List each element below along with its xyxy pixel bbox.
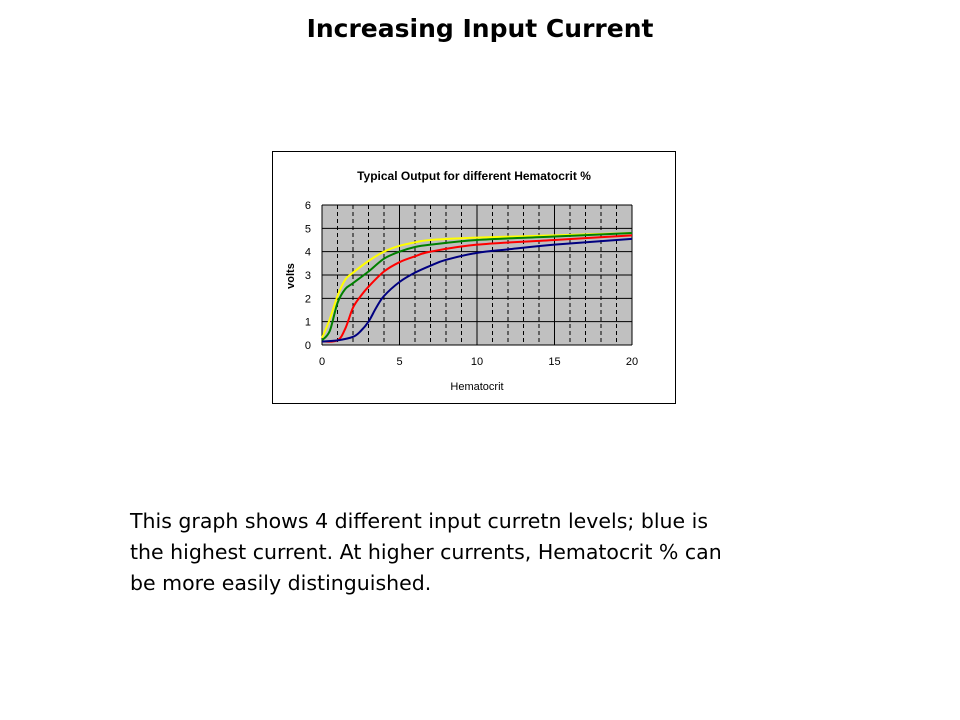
chart-svg: Typical Output for different Hematocrit … <box>285 169 638 393</box>
caption-line: be more easily distinguished. <box>130 571 432 595</box>
y-tick-label: 5 <box>305 223 311 235</box>
x-tick-label: 15 <box>548 356 560 368</box>
x-tick-label: 0 <box>319 356 325 368</box>
grid-layer <box>321 204 633 346</box>
x-tick-label: 20 <box>626 356 638 368</box>
y-tick-label: 1 <box>305 317 311 329</box>
y-axis-label: volts <box>285 263 297 289</box>
y-tick-label: 0 <box>305 340 311 352</box>
chart-title: Typical Output for different Hematocrit … <box>357 169 591 183</box>
caption: This graph shows 4 different input curre… <box>130 506 850 599</box>
x-tick-label: 5 <box>396 356 402 368</box>
x-tick-label: 10 <box>471 356 483 368</box>
y-tick-label: 3 <box>305 270 311 282</box>
caption-line: the highest current. At higher currents,… <box>130 540 722 564</box>
y-tick-label: 4 <box>305 247 311 259</box>
y-tick-label: 6 <box>305 200 311 212</box>
slide-title: Increasing Input Current <box>306 14 654 43</box>
caption-line: This graph shows 4 different input curre… <box>130 509 709 533</box>
y-tick-label: 2 <box>305 293 311 305</box>
x-axis-label: Hematocrit <box>450 381 503 393</box>
chart-container: Typical Output for different Hematocrit … <box>272 151 676 404</box>
